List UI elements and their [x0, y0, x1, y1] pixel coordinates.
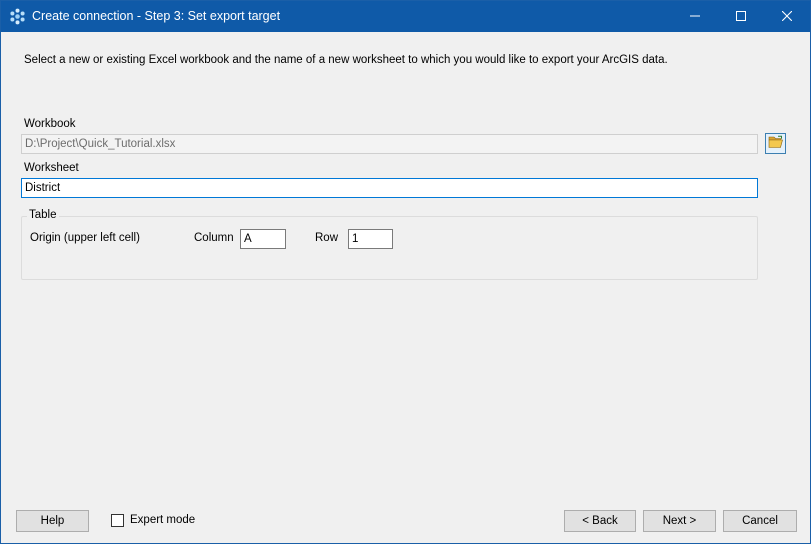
- worksheet-label: Worksheet: [24, 162, 79, 174]
- window-title: Create connection - Step 3: Set export t…: [32, 9, 281, 23]
- folder-open-icon: [768, 135, 784, 152]
- minimize-icon: [690, 10, 700, 24]
- expert-mode-label[interactable]: Expert mode: [130, 514, 195, 526]
- minimize-button[interactable]: [672, 1, 718, 32]
- close-icon: [781, 10, 793, 24]
- title-bar[interactable]: Create connection - Step 3: Set export t…: [1, 1, 810, 32]
- maximize-icon: [736, 10, 746, 24]
- column-field[interactable]: A: [240, 229, 286, 249]
- dialog-window: Create connection - Step 3: Set export t…: [0, 0, 811, 544]
- row-label: Row: [315, 232, 339, 244]
- browse-workbook-button[interactable]: [765, 133, 786, 154]
- worksheet-name-field[interactable]: District: [21, 178, 758, 198]
- workbook-label: Workbook: [24, 118, 76, 130]
- table-group-title: Table: [27, 209, 59, 221]
- workbook-path-field[interactable]: D:\Project\Quick_Tutorial.xlsx: [21, 134, 758, 154]
- expert-mode-checkbox[interactable]: [111, 514, 124, 527]
- maximize-button[interactable]: [718, 1, 764, 32]
- next-button[interactable]: Next >: [643, 510, 716, 532]
- column-label: Column: [194, 232, 234, 244]
- gear-cluster-icon: [9, 8, 26, 25]
- cancel-button[interactable]: Cancel: [723, 510, 797, 532]
- row-field[interactable]: 1: [348, 229, 393, 249]
- help-button[interactable]: Help: [16, 510, 89, 532]
- instruction-text: Select a new or existing Excel workbook …: [24, 54, 668, 66]
- close-button[interactable]: [764, 1, 810, 32]
- origin-label: Origin (upper left cell): [30, 232, 140, 244]
- back-button[interactable]: < Back: [564, 510, 636, 532]
